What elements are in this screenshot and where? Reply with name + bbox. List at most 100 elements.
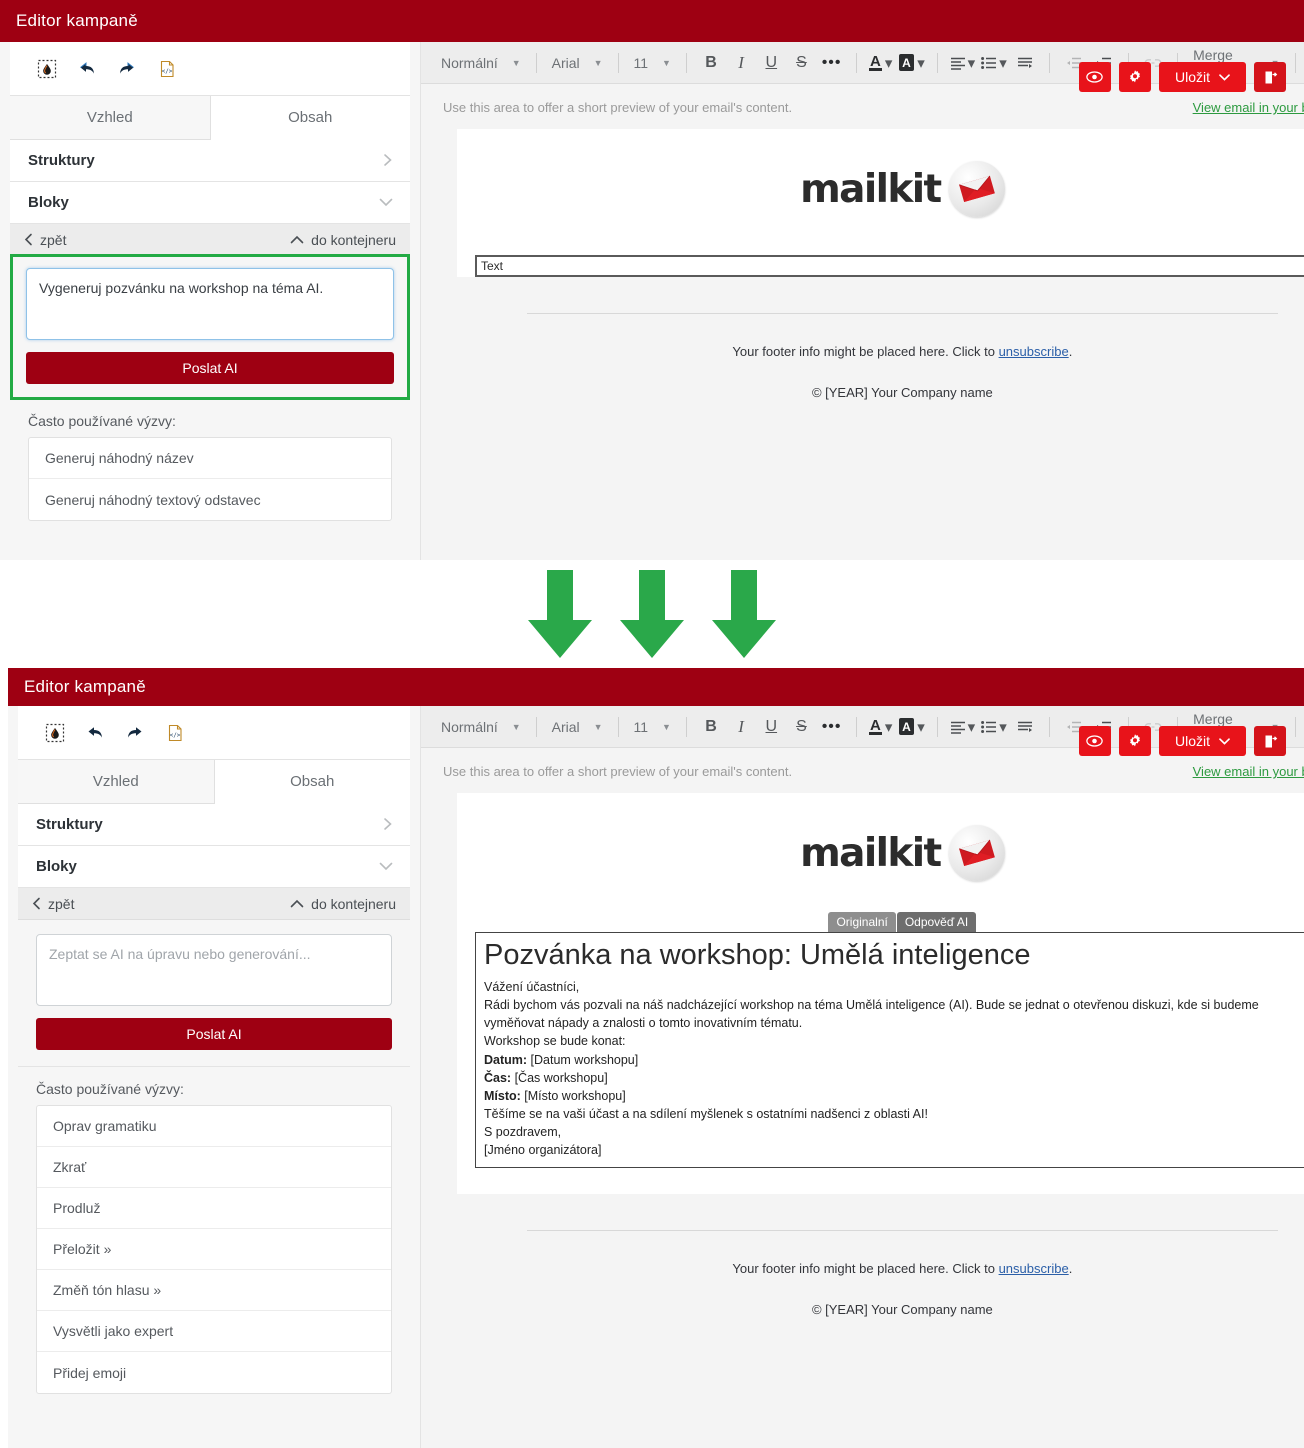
tab-ai-response[interactable]: Odpověď AI [896,912,977,933]
footer-copyright: © [YEAR] Your Company name [811,1302,993,1318]
save-button[interactable]: Uložit [1158,62,1246,92]
list-button[interactable]: ▾ [981,50,1007,76]
bold-button[interactable]: B [699,50,723,76]
tab-vzhled[interactable]: Vzhled [10,96,211,140]
preview-button[interactable] [1078,726,1111,756]
more-formats-icon[interactable]: ••• [820,50,844,76]
font-family-select[interactable]: Arial ▼ [546,55,609,71]
tab-obsah[interactable]: Obsah [210,96,410,140]
underline-button[interactable]: U [759,50,783,76]
paragraph-style-select[interactable]: Normální ▼ [435,719,527,735]
selection-drop-icon[interactable] [36,58,58,80]
list-item[interactable]: Přidej emoji [37,1352,391,1393]
selection-drop-icon[interactable] [44,722,66,744]
ai-prompt-input[interactable] [26,268,394,340]
list-item[interactable]: Generuj náhodný název [29,438,391,479]
list-item[interactable]: Prodluž [37,1188,391,1229]
text-block[interactable]: Text [475,255,1304,277]
email-preview-canvas: Use this area to offer a short preview o… [421,84,1304,560]
unsubscribe-link[interactable]: unsubscribe [999,344,1069,359]
accordion-struktury[interactable]: Struktury [10,140,410,182]
font-color-button[interactable]: A ▾ [868,714,893,740]
ai-prompt-input[interactable] [36,934,392,1006]
settings-button[interactable] [1118,726,1151,756]
font-family-select[interactable]: Arial ▼ [546,719,609,735]
list-button[interactable]: ▾ [981,714,1007,740]
paragraph-style-value: Normální [441,718,498,735]
chevron-down-icon [378,196,394,210]
line-height-button[interactable] [1013,714,1037,740]
highlight-color-button[interactable]: A ▾ [898,50,925,76]
undo-icon[interactable] [76,58,98,80]
to-container-button[interactable]: do kontejneru [290,896,396,912]
back-button[interactable]: zpět [32,896,74,912]
exit-button[interactable] [1254,726,1286,756]
tab-original[interactable]: Originalní [828,912,896,933]
send-ai-button[interactable]: Poslat AI [36,1018,392,1050]
view-in-browser-link[interactable]: View email in your browser [1193,764,1304,779]
list-item[interactable]: Oprav gramatiku [37,1106,391,1147]
divider [936,716,938,737]
editor-panel-before: Editor kampaně </> Vzhled Obsah Struktur… [0,0,1304,560]
bold-button[interactable]: B [699,714,723,740]
chevron-down-icon: ▼ [593,721,603,732]
ai-response-block[interactable]: Pozvánka na workshop: Umělá inteligence … [475,932,1304,1169]
italic-button[interactable]: I [729,50,753,76]
view-in-browser-link[interactable]: View email in your browser [1193,100,1304,115]
list-item[interactable]: Generuj náhodný textový odstavec [29,479,391,520]
strikethrough-button[interactable]: S [789,50,813,76]
ai-response-line: Rádi bychom vás pozvali na náš nadcházej… [484,998,1259,1031]
tab-obsah[interactable]: Obsah [214,760,410,804]
list-item[interactable]: Vysvětli jako expert [37,1311,391,1352]
email-footer: Your footer info might be placed here. C… [421,1230,1304,1317]
tab-vzhled[interactable]: Vzhled [18,760,215,804]
divider [685,52,687,73]
font-color-button[interactable]: A ▾ [868,50,893,76]
redo-icon[interactable] [116,58,138,80]
chevron-down-icon: ▼ [593,57,603,68]
align-button[interactable]: ▾ [950,714,975,740]
back-button[interactable]: zpět [24,232,66,248]
chevron-down-icon [1219,737,1230,745]
exit-button[interactable] [1254,62,1286,92]
font-size-select[interactable]: 11 ▼ [628,55,677,71]
font-size-select[interactable]: 11 ▼ [628,719,677,735]
preview-button[interactable] [1078,62,1111,92]
block-nav-row: zpět do kontejneru [10,224,410,256]
more-formats-icon[interactable]: ••• [820,714,844,740]
font-family-value: Arial [551,54,580,71]
logo-text: mailkit [800,830,942,876]
source-code-icon[interactable]: </> [164,722,186,744]
unsubscribe-link[interactable]: unsubscribe [999,1261,1069,1276]
chevron-down-icon [378,860,394,874]
ai-response-line-label: Čas: [484,1070,512,1085]
window-title: Editor kampaně [24,677,146,696]
save-button-label: Uložit [1174,69,1210,85]
paragraph-style-select[interactable]: Normální ▼ [435,55,527,71]
italic-button[interactable]: I [729,714,753,740]
source-code-icon[interactable]: </> [156,58,178,80]
send-ai-button[interactable]: Poslat AI [26,352,394,384]
accordion-bloky[interactable]: Bloky [18,846,410,888]
undo-icon[interactable] [84,722,106,744]
annotation-arrows [0,560,1304,668]
email-preview-canvas: Use this area to offer a short preview o… [421,748,1304,1448]
save-button[interactable]: Uložit [1158,726,1246,756]
to-container-button[interactable]: do kontejneru [290,232,396,248]
chevron-down-icon: ▾ [917,718,925,736]
list-item[interactable]: Přeložit » [37,1229,391,1270]
down-arrow-icon [712,570,776,658]
highlight-color-button[interactable]: A ▾ [898,714,925,740]
settings-button[interactable] [1118,62,1151,92]
redo-icon[interactable] [124,722,146,744]
underline-button[interactable]: U [759,714,783,740]
line-height-button[interactable] [1013,50,1037,76]
list-item[interactable]: Zkrať [37,1147,391,1188]
align-button[interactable]: ▾ [950,50,975,76]
editor-actions: Uložit [1078,726,1304,756]
strikethrough-button[interactable]: S [789,714,813,740]
accordion-struktury[interactable]: Struktury [18,804,410,846]
accordion-bloky[interactable]: Bloky [10,182,410,224]
list-item[interactable]: Změň tón hlasu » [37,1270,391,1311]
font-size-value: 11 [633,718,649,735]
